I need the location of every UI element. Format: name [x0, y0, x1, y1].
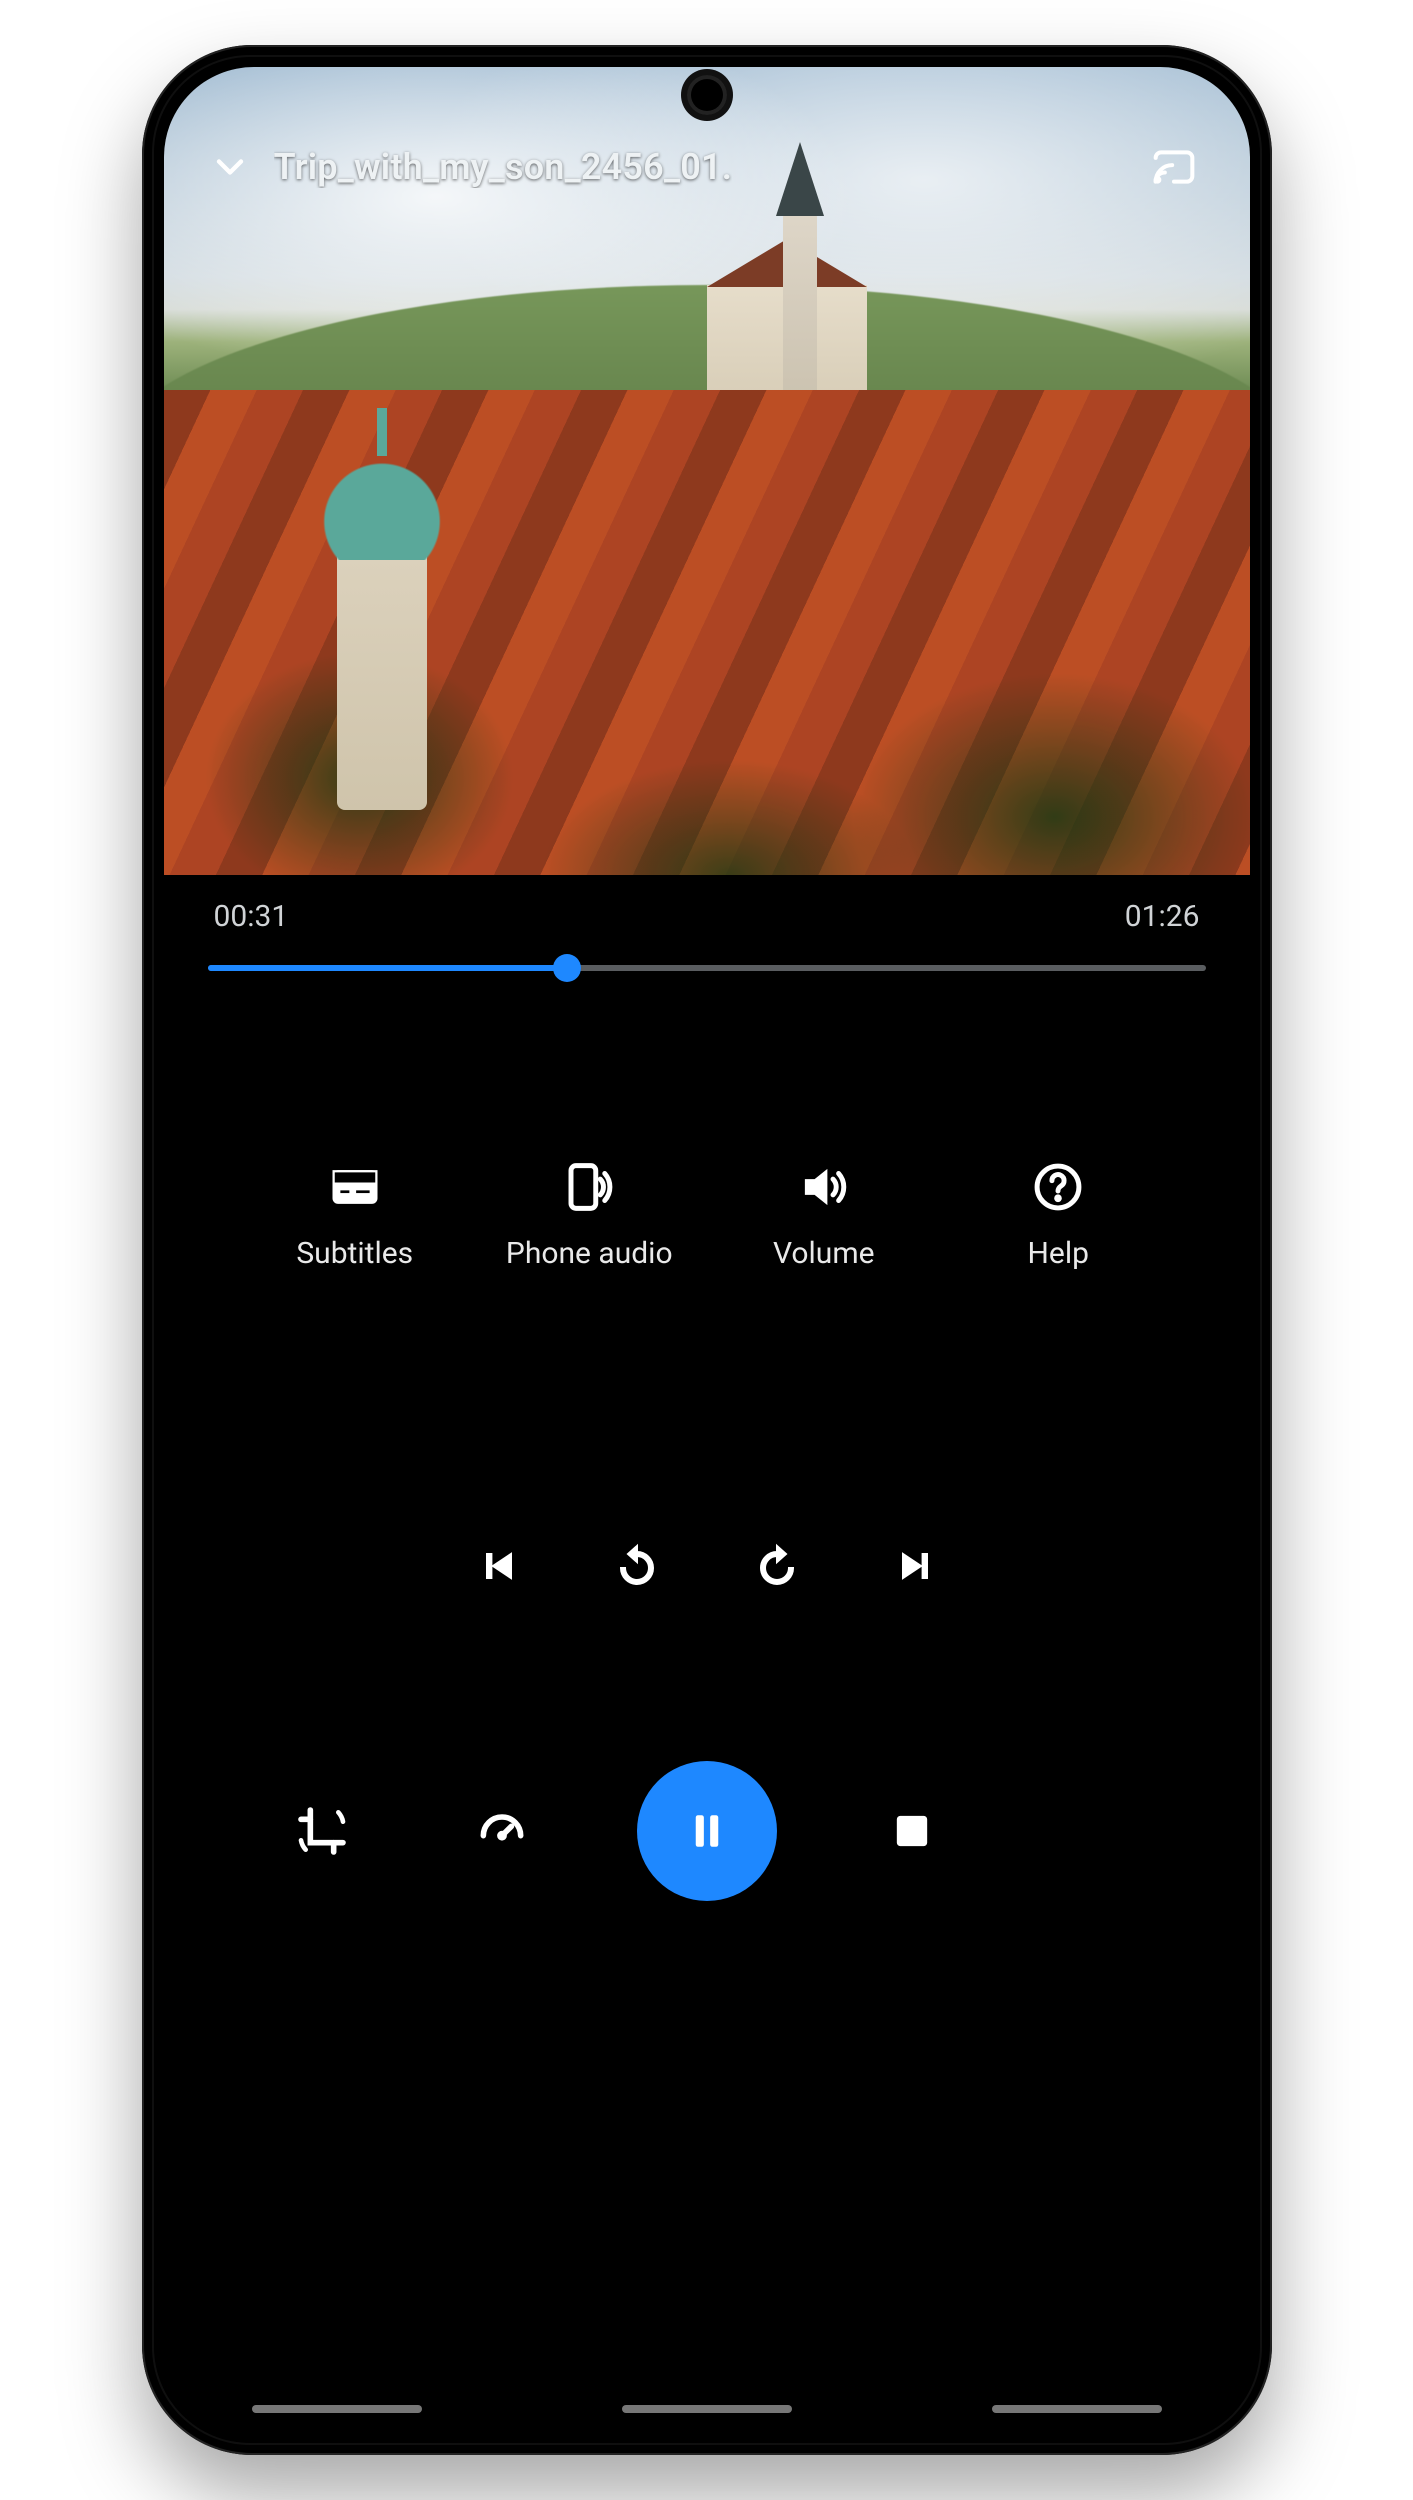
- subtitles-label: Subtitles: [296, 1236, 413, 1271]
- forward-button[interactable]: [742, 1531, 812, 1601]
- video-title: Trip_with_my_son_2456_01.: [274, 146, 733, 188]
- video-preview[interactable]: Trip_with_my_son_2456_01.: [164, 67, 1250, 875]
- top-bar: Trip_with_my_son_2456_01.: [164, 127, 1250, 207]
- volume-icon: [795, 1158, 853, 1216]
- volume-label: Volume: [773, 1236, 875, 1271]
- stop-button[interactable]: [867, 1786, 957, 1876]
- seek-progress: [208, 965, 567, 971]
- pause-button[interactable]: [637, 1761, 777, 1901]
- total-time: 01:26: [1125, 899, 1200, 934]
- rewind-button[interactable]: [602, 1531, 672, 1601]
- phone-audio-button[interactable]: Phone audio: [509, 1158, 669, 1271]
- controls-panel: 00:31 01:26 Subtitles: [164, 875, 1250, 2433]
- options-row: Subtitles Phone audio: [208, 1158, 1206, 1271]
- gesture-nav-bar: [164, 2405, 1250, 2413]
- transport-row: [208, 1531, 1206, 1601]
- help-button[interactable]: Help: [978, 1158, 1138, 1271]
- seek-thumb[interactable]: [553, 954, 581, 982]
- seek-bar[interactable]: [208, 948, 1206, 988]
- crop-rotate-button[interactable]: [277, 1786, 367, 1876]
- skip-previous-button[interactable]: [462, 1531, 532, 1601]
- phone-frame: Trip_with_my_son_2456_01. 00:3: [142, 45, 1272, 2455]
- phone-audio-label: Phone audio: [506, 1236, 673, 1271]
- subtitles-button[interactable]: Subtitles: [275, 1158, 435, 1271]
- cast-icon[interactable]: [1148, 141, 1200, 193]
- time-row: 00:31 01:26: [208, 899, 1206, 934]
- main-controls-row: [208, 1761, 1206, 1901]
- front-camera: [687, 75, 727, 115]
- help-label: Help: [1028, 1236, 1089, 1271]
- current-time: 00:31: [214, 899, 289, 934]
- subtitles-icon: [326, 1158, 384, 1216]
- help-icon: [1029, 1158, 1087, 1216]
- collapse-icon[interactable]: [204, 141, 256, 193]
- skip-next-button[interactable]: [882, 1531, 952, 1601]
- playback-speed-button[interactable]: [457, 1786, 547, 1876]
- phone-audio-icon: [560, 1158, 618, 1216]
- volume-button[interactable]: Volume: [744, 1158, 904, 1271]
- screen: Trip_with_my_son_2456_01. 00:3: [164, 67, 1250, 2433]
